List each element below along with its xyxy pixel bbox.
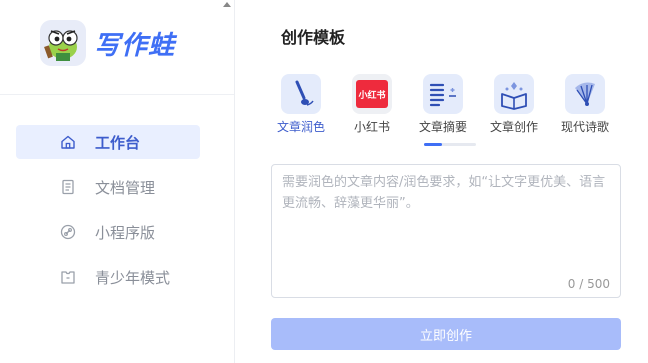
sidebar-item-label: 工作台 — [95, 133, 141, 152]
main-panel: 创作模板 文章润色 小红书 小红书 文章摘要 文章创作 现代诗歌 需要润色的文章… — [236, 0, 648, 363]
tab-label: 文章摘要 — [418, 120, 467, 134]
tab-compose[interactable]: 文章创作 — [482, 74, 546, 135]
sidebar-item-miniprogram[interactable]: 小程序版 — [16, 215, 200, 249]
brand-name: 写作蛙 — [94, 30, 176, 61]
sidebar-item-label: 文档管理 — [95, 178, 156, 197]
brand-logo[interactable]: 写作蛙 — [40, 20, 175, 66]
summary-icon — [423, 74, 463, 114]
page-title: 创作模板 — [281, 28, 346, 47]
xiaohongshu-icon: 小红书 — [352, 74, 392, 114]
brush-icon — [281, 74, 321, 114]
sidebar-item-documents[interactable]: 文档管理 — [16, 170, 200, 204]
prompt-input-box: 0 / 500 — [271, 164, 621, 298]
home-icon — [61, 135, 75, 149]
tab-polish[interactable]: 文章润色 — [269, 74, 333, 135]
xiaohongshu-badge: 小红书 — [356, 80, 388, 108]
template-tabs: 文章润色 小红书 小红书 文章摘要 文章创作 现代诗歌 — [271, 74, 621, 146]
char-counter: 0 / 500 — [567, 277, 610, 291]
tab-label: 文章创作 — [489, 120, 538, 134]
book-icon — [494, 74, 534, 114]
tab-label: 现代诗歌 — [560, 120, 609, 134]
tab-xiaohongshu[interactable]: 小红书 小红书 — [340, 74, 404, 135]
link-icon — [60, 224, 76, 240]
tab-summary[interactable]: 文章摘要 — [411, 74, 475, 135]
sidebar-divider — [0, 94, 234, 95]
frog-mascot-icon — [40, 20, 86, 66]
tab-poetry[interactable]: 现代诗歌 — [553, 74, 617, 135]
document-icon — [62, 179, 74, 195]
sidebar-item-youth-mode[interactable]: 青少年模式 — [16, 260, 200, 294]
tab-label: 小红书 — [353, 120, 390, 134]
tab-label: 文章润色 — [276, 120, 325, 134]
scroll-up-arrow-icon[interactable] — [223, 2, 231, 7]
create-now-button[interactable]: 立即创作 — [271, 318, 621, 350]
sidebar-item-workbench[interactable]: 工作台 — [16, 125, 200, 159]
tab-indicator-track — [424, 143, 476, 146]
tab-indicator — [424, 143, 442, 146]
sidebar-item-label: 小程序版 — [95, 223, 156, 242]
sidebar-item-label: 青少年模式 — [95, 268, 171, 287]
youth-mode-icon — [61, 271, 75, 284]
sidebar-nav: 工作台 文档管理 小程序版 青少年模式 — [16, 125, 200, 305]
fan-icon — [565, 74, 605, 114]
sidebar: 写作蛙 工作台 文档管理 小程序版 青少年模式 — [0, 0, 235, 363]
